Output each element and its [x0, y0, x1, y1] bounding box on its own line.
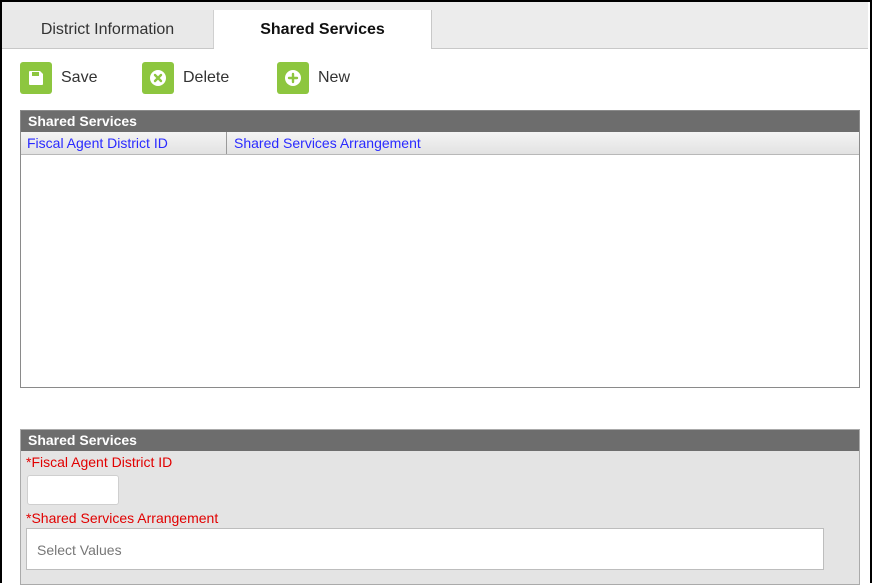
save-icon	[20, 62, 52, 94]
tab-district-information[interactable]: District Information	[2, 10, 214, 48]
tab-bar: District Information Shared Services	[2, 2, 868, 49]
column-header-shared-services-arrangement[interactable]: Shared Services Arrangement	[227, 132, 421, 154]
form-panel-title: Shared Services	[21, 430, 859, 451]
column-header-fiscal-agent-district-id[interactable]: Fiscal Agent District ID	[21, 132, 227, 154]
save-label: Save	[61, 69, 98, 86]
shared-services-arrangement-label: *Shared Services Arrangement	[26, 510, 219, 526]
delete-icon	[142, 62, 174, 94]
delete-label: Delete	[183, 69, 230, 86]
new-button[interactable]: New	[277, 60, 350, 96]
list-panel-title: Shared Services	[21, 111, 859, 132]
shared-services-arrangement-select[interactable]: Select Values	[26, 528, 824, 570]
new-label: New	[318, 69, 351, 86]
add-icon	[277, 62, 309, 94]
list-column-headers: Fiscal Agent District ID Shared Services…	[21, 132, 859, 155]
tab-shared-services[interactable]: Shared Services	[214, 10, 432, 49]
fiscal-agent-district-id-label: *Fiscal Agent District ID	[26, 454, 173, 470]
delete-button[interactable]: Delete	[142, 60, 229, 96]
save-button[interactable]: Save	[20, 60, 97, 96]
shared-services-list: Shared Services Fiscal Agent District ID…	[20, 110, 860, 388]
list-body	[21, 155, 859, 388]
shared-services-form: Shared Services *Fiscal Agent District I…	[20, 429, 860, 585]
fiscal-agent-district-id-input[interactable]	[27, 475, 119, 505]
